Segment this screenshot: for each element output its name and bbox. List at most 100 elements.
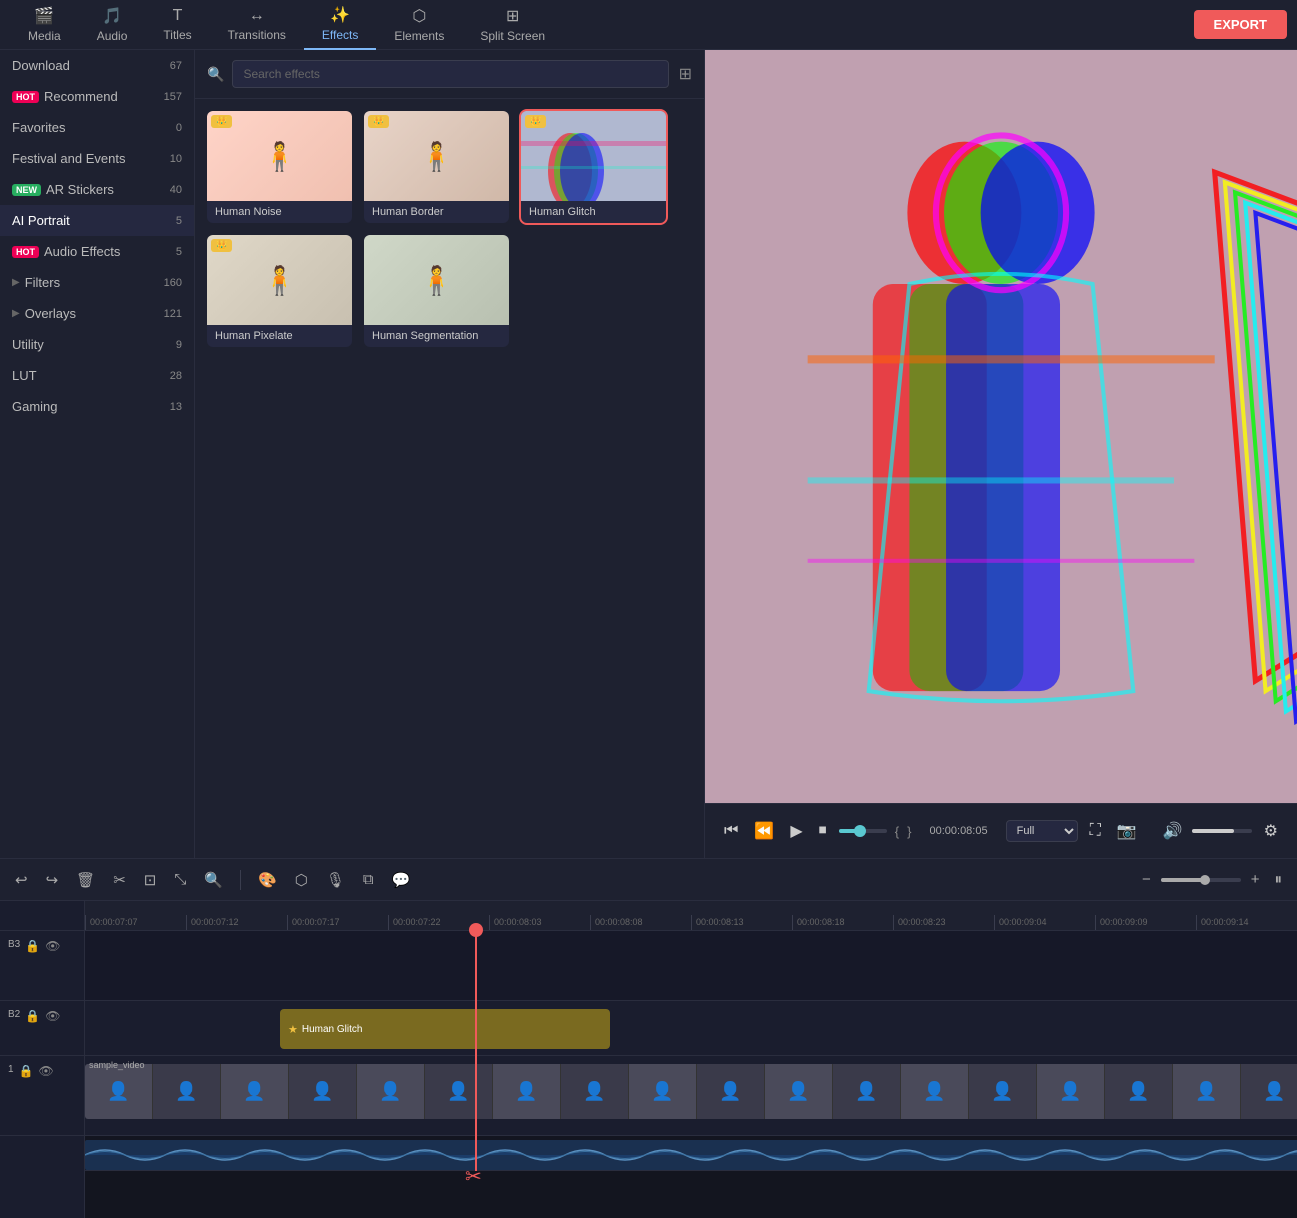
sidebar-filters-count: 160 [164,277,182,289]
fullscreen-button[interactable]: ⛶ [1086,818,1105,844]
scissors-icon: ✂ [465,1164,482,1189]
thumb-frame-6: 👤 [493,1064,561,1119]
audio-track [85,1136,1297,1171]
effect-card-human-border[interactable]: 👑 🧍 Human Border [364,111,509,223]
sidebar-item-festival[interactable]: Festival and Events 10 [0,143,194,174]
thumb-frame-13: 👤 [969,1064,1037,1119]
ruler-mark-2: 00:00:07:17 [287,915,388,930]
effect-card-human-noise[interactable]: 👑 🧍 Human Noise [207,111,352,223]
sidebar-item-aiportrait[interactable]: AI Portrait 5 [0,205,194,236]
stop-button[interactable]: ⏹ [815,818,831,844]
sidebar-item-recommend[interactable]: HOT Recommend 157 [0,81,194,112]
search-tl-button[interactable]: 🔍 [199,868,228,892]
nav-media[interactable]: 🎬 Media [10,0,79,50]
frame-back-button[interactable]: ⏪ [750,817,778,845]
left-sidebar: Download 67 HOT Recommend 157 Favorites … [0,50,195,858]
quality-select[interactable]: Full Half Quarter [1006,820,1078,842]
grid-toggle-button[interactable]: ⊞ [679,64,692,84]
volume-group: 🔊 [1159,817,1252,845]
mask-button[interactable]: ⬡ [290,868,313,892]
copy-button[interactable]: ⧉ [358,868,379,891]
audio-waveform [85,1140,1297,1170]
sidebar-item-audioeffects[interactable]: HOT Audio Effects 5 [0,236,194,267]
search-input[interactable] [232,60,668,88]
ruler-mark-4: 00:00:08:03 [489,915,590,930]
volume-bar[interactable] [1192,829,1252,833]
nav-titles[interactable]: T Titles [145,0,209,50]
settings-button[interactable]: ⚙ [1260,817,1282,845]
sidebar-item-utility[interactable]: Utility 9 [0,329,194,360]
effect-clip[interactable]: ★ Human Glitch [280,1009,610,1049]
sidebar-item-favorites[interactable]: Favorites 0 [0,112,194,143]
effect-thumb-human-segmentation: 🧍 [364,235,509,325]
redo-button[interactable]: ↪ [41,868,64,892]
undo-button[interactable]: ↩ [10,868,33,892]
clip-crown-icon: ★ [288,1023,298,1036]
tl-tracks: ✂ ★ Human Glitch sample_video [85,931,1297,1171]
export-button[interactable]: EXPORT [1194,10,1287,39]
effect-card-human-segmentation[interactable]: 🧍 Human Segmentation [364,235,509,347]
nav-audio-label: Audio [97,29,128,43]
nav-audio[interactable]: 🎵 Audio [79,0,146,50]
sidebar-item-gaming[interactable]: Gaming 13 [0,391,194,422]
color-button[interactable]: 🎨 [253,868,282,892]
ruler-mark-1: 00:00:07:12 [186,915,287,930]
nav-elements[interactable]: ⬡ Elements [376,0,462,50]
progress-bar[interactable] [839,829,887,833]
thumb-frame-8: 👤 [629,1064,697,1119]
sidebar-favorites-count: 0 [176,122,182,134]
video-track-clips[interactable]: 👤 👤 👤 👤 👤 👤 👤 👤 👤 👤 👤 👤 👤 👤 [85,1064,1297,1119]
effect-thumb-human-pixelate: 👑 🧍 [207,235,352,325]
sidebar-item-overlays[interactable]: ▶ Overlays 121 [0,298,194,329]
effect-label-human-glitch: Human Glitch [521,201,666,223]
skip-back-button[interactable]: ⏮ [720,818,742,844]
sidebar-item-filters[interactable]: ▶ Filters 160 [0,267,194,298]
preview-canvas [705,50,1297,803]
in-point-button[interactable]: { [895,824,899,839]
zoom-in-button[interactable]: + [1246,868,1265,891]
effect-thumb-human-noise: 👑 🧍 [207,111,352,201]
sidebar-item-lut[interactable]: LUT 28 [0,360,194,391]
track1-lock-button[interactable]: 🔒 [19,1064,34,1078]
nav-splitscreen[interactable]: ⊞ Split Screen [462,0,563,50]
crop-button[interactable]: ⊡ [139,868,162,892]
sidebar-recommend-label: Recommend [44,89,118,104]
track3-eye-button[interactable]: 👁 [45,939,60,953]
out-point-button[interactable]: } [907,824,911,839]
zoom-out-button[interactable]: − [1137,868,1156,891]
track1-eye-button[interactable]: 👁 [39,1064,54,1078]
titles-icon: T [173,7,183,25]
nav-splitscreen-label: Split Screen [480,29,545,43]
nav-transitions[interactable]: ↔ Transitions [210,0,304,50]
thumb-frame-2: 👤 [221,1064,289,1119]
ruler-mark-10: 00:00:09:09 [1095,915,1196,930]
ruler-mark-11: 00:00:09:14 [1196,915,1297,930]
play-button[interactable]: ▶ [786,817,806,845]
cut-button[interactable]: ✂ [108,868,131,892]
sidebar-item-arstickers[interactable]: NEW AR Stickers 40 [0,174,194,205]
ruler-mark-9: 00:00:09:04 [994,915,1095,930]
caption-button[interactable]: 💬 [387,868,416,892]
track2-eye-button[interactable]: 👁 [45,1009,60,1023]
effects-icon: ✨ [330,5,350,25]
audio-tl-button[interactable]: 🎙 [321,868,350,892]
thumb-frame-10: 👤 [765,1064,833,1119]
zoom-fit-button[interactable]: ⤡ [169,868,191,891]
timeline-ruler: 00:00:07:07 00:00:07:12 00:00:07:17 00:0… [85,901,1297,931]
sidebar-festival-label: Festival and Events [12,151,125,166]
effect-thumb-human-glitch: 👑 [521,111,666,201]
effect-card-human-pixelate[interactable]: 👑 🧍 Human Pixelate [207,235,352,347]
effect-card-human-glitch[interactable]: 👑 Human Glitch [521,111,666,223]
volume-button[interactable]: 🔊 [1159,817,1187,845]
snapshot-button[interactable]: 📷 [1113,817,1141,845]
zoom-bar[interactable] [1161,878,1241,882]
delete-button[interactable]: 🗑 [71,868,100,892]
sidebar-arstickers-label: AR Stickers [46,182,114,197]
playhead[interactable]: ✂ [475,931,477,1171]
track-label-3: B3 🔒 👁 [0,931,84,1001]
nav-effects[interactable]: ✨ Effects [304,0,376,50]
track2-lock-button[interactable]: 🔒 [25,1009,40,1023]
pause-tl-button[interactable]: ⏸ [1269,868,1287,891]
track3-lock-button[interactable]: 🔒 [25,939,40,953]
sidebar-item-download[interactable]: Download 67 [0,50,194,81]
